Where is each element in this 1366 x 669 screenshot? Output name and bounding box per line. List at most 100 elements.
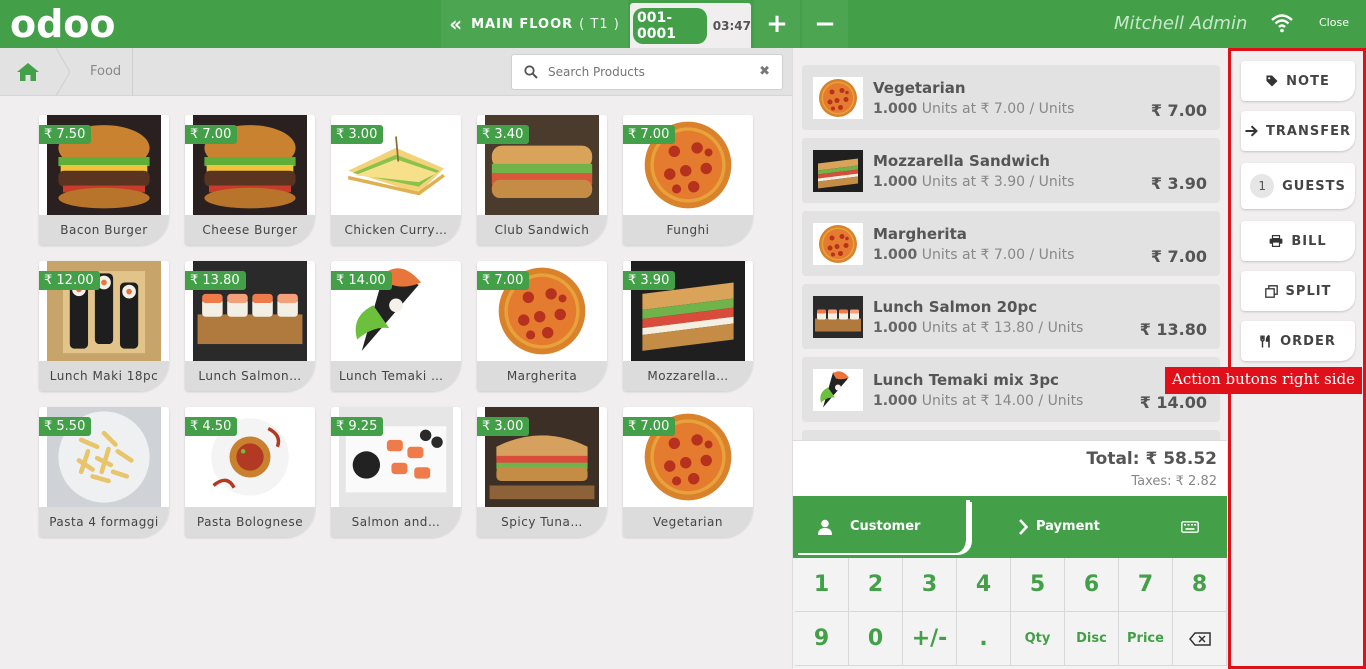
order-line-total: ₹ 13.80 [1139,320,1207,339]
numpad-key[interactable]: 8 [1173,558,1227,612]
product-price: ₹ 3.40 [477,125,530,144]
numpad-key[interactable]: 5 [1011,558,1065,612]
breadcrumb-food[interactable]: Food [90,64,121,79]
order-summary: Total: ₹ 58.52 Taxes: ₹ 2.82 [793,440,1227,496]
numpad-key[interactable]: 4 [957,558,1011,612]
order-line-total: ₹ 7.00 [1150,101,1207,120]
guests-count: 1 [1250,174,1275,198]
product-price: ₹ 5.50 [39,417,92,436]
product-card[interactable]: ₹ 3.40 Club Sandwich [477,115,607,245]
numpad-key[interactable]: Qty [1011,612,1065,666]
annotation-label: Action butons right side [1165,367,1362,394]
close-button[interactable]: Close [1319,16,1349,29]
product-price: ₹ 3.90 [623,271,676,290]
order-lines[interactable]: Vegetarian 1.000 Units at ₹ 7.00 / Units ₹… [793,48,1227,440]
search-input[interactable] [548,65,748,79]
order-line-detail: 1.000 Units at ₹ 7.00 / Units [873,247,1075,263]
product-price: ₹ 12.00 [39,271,100,290]
breadcrumb-bar: Food ✖ [0,48,792,96]
product-card[interactable]: ₹ 5.50 Pasta 4 formaggi [39,407,169,537]
product-price: ₹ 7.00 [623,417,676,436]
home-button[interactable] [0,48,56,96]
product-card[interactable]: ₹ 9.25 Salmon and… [331,407,461,537]
add-order-button[interactable]: + [754,0,800,48]
breadcrumb-separator-icon [56,48,70,96]
remove-order-button[interactable]: − [802,0,848,48]
product-card[interactable]: ₹ 7.00 Funghi [623,115,753,245]
pizza-image [813,77,863,119]
numpad-key[interactable]: +/- [903,612,957,666]
product-price: ₹ 3.00 [331,125,384,144]
product-name: Pasta 4 formaggi [39,507,169,537]
customer-button[interactable]: Customer [796,500,970,553]
keyboard-icon [1181,520,1199,533]
keyboard-button[interactable] [1155,500,1225,553]
product-card[interactable]: ₹ 14.00 Lunch Temaki mix… [331,261,461,391]
product-name: Lunch Salmon… [185,361,315,391]
numpad-key[interactable] [1173,612,1227,666]
numpad-key[interactable]: 1 [795,558,849,612]
order-line[interactable]: Mozzarella Sandwich 1.000 Units at ₹ 3.90… [802,138,1220,203]
product-name: Pasta Bolognese [185,507,315,537]
backspace-icon [1188,631,1211,646]
product-card[interactable]: ₹ 3.90 Mozzarella… [623,261,753,391]
guests-label: GUESTS [1282,178,1346,194]
back-to-floor-button[interactable]: « MAIN FLOOR ( T1 ) [441,0,628,48]
numpad-key[interactable]: 7 [1119,558,1173,612]
numpad-key[interactable]: 3 [903,558,957,612]
product-card[interactable]: ₹ 3.00 Spicy Tuna… [477,407,607,537]
product-card[interactable]: ₹ 7.00 Margherita [477,261,607,391]
split-button[interactable]: SPLIT [1241,271,1355,311]
product-name: Vegetarian [623,507,753,537]
numpad-key[interactable]: 9 [795,612,849,666]
numpad-key[interactable]: 6 [1065,558,1119,612]
order-line-total: ₹ 3.90 [1150,174,1207,193]
chevron-right-icon [1019,518,1028,535]
product-card[interactable]: ₹ 4.50 Pasta Bolognese [185,407,315,537]
product-card[interactable]: ₹ 13.80 Lunch Salmon… [185,261,315,391]
product-name: Club Sandwich [477,215,607,245]
numpad-key[interactable]: 2 [849,558,903,612]
payment-button[interactable]: Payment [976,500,1150,553]
order-line-name: Margherita [873,225,967,243]
transfer-button[interactable]: TRANSFER [1241,111,1355,151]
order-line[interactable]: Vegetarian 1.000 Units at ₹ 7.00 / Units ₹… [802,65,1220,130]
action-bar: Customer Payment [793,496,1227,558]
user-name[interactable]: Mitchell Admin [1114,13,1247,34]
product-card[interactable]: ₹ 3.00 Chicken Curry… [331,115,461,245]
numpad-key[interactable]: Disc [1065,612,1119,666]
order-tab[interactable]: 001-0001 03:47 [630,3,751,48]
note-button[interactable]: NOTE [1241,61,1355,101]
product-card[interactable]: ₹ 7.00 Vegetarian [623,407,753,537]
bill-button[interactable]: BILL [1241,221,1355,261]
order-line-name: Mozzarella Sandwich [873,152,1050,170]
product-name: Salmon and… [331,507,461,537]
product-card[interactable]: ₹ 7.50 Bacon Burger [39,115,169,245]
order-number: 001-0001 [633,7,707,44]
split-label: SPLIT [1285,283,1332,299]
product-name: Chicken Curry… [331,215,461,245]
order-time: 03:47 [712,18,751,33]
guests-button[interactable]: 1 GUESTS [1241,163,1355,209]
order-line-total: ₹ 7.00 [1150,247,1207,266]
printer-icon [1269,235,1283,247]
product-card[interactable]: ₹ 7.00 Cheese Burger [185,115,315,245]
order-line[interactable]: Margherita 1.000 Units at ₹ 7.00 / Units ₹… [802,211,1220,276]
order-line-detail: 1.000 Units at ₹ 14.00 / Units [873,393,1084,409]
product-card[interactable]: ₹ 12.00 Lunch Maki 18pc [39,261,169,391]
product-price: ₹ 3.00 [477,417,530,436]
numpad-key[interactable]: . [957,612,1011,666]
product-price: ₹ 7.00 [623,125,676,144]
note-label: NOTE [1286,73,1330,89]
clear-search-icon[interactable]: ✖ [759,64,770,79]
numpad-key[interactable]: 0 [849,612,903,666]
order-line[interactable]: Lunch Temaki mix 3pc 1.000 Units at ₹ 14.… [802,357,1220,422]
floor-label: MAIN FLOOR [471,16,574,32]
order-line[interactable]: Lunch Salmon 20pc 1.000 Units at ₹ 13.80 … [802,284,1220,349]
payment-label: Payment [1036,519,1100,534]
order-button[interactable]: ORDER [1241,321,1355,361]
numpad-key[interactable]: Price [1119,612,1173,666]
order-line-detail: 1.000 Units at ₹ 7.00 / Units [873,101,1075,117]
order-panel: Vegetarian 1.000 Units at ₹ 7.00 / Units ₹… [792,48,1227,669]
order-line-partial [802,430,1220,440]
